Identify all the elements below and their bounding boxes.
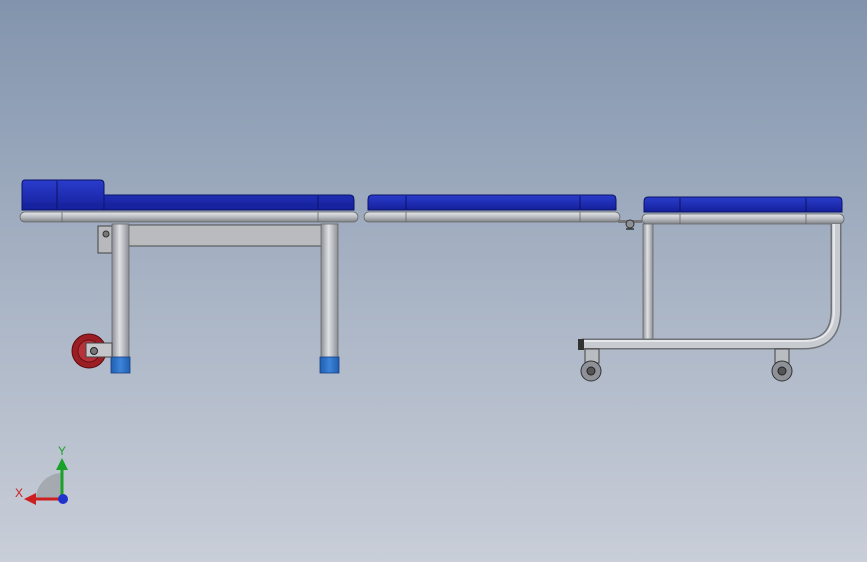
leg-cap-right [319,356,340,374]
hinge-joint[interactable] [618,219,642,230]
middle-frame-rail[interactable] [363,211,621,223]
model-view: Y X [15,179,845,505]
leg-bracket [97,225,113,254]
orientation-triad[interactable]: Y X [15,444,68,505]
middle-cushion[interactable] [367,194,617,211]
head-section[interactable] [19,179,359,374]
foot-cushion[interactable] [643,196,843,213]
x-axis-label: X [15,486,23,500]
foot-u-tube[interactable] [582,224,842,350]
caster-left[interactable] [580,348,602,382]
foot-section[interactable] [578,196,845,382]
head-cushion[interactable] [21,179,355,211]
foot-frame-rail[interactable] [641,213,845,225]
head-frame-rail[interactable] [19,211,359,223]
head-leg-left[interactable] [111,223,130,359]
z-axis-dot [58,494,68,504]
caster-right[interactable] [771,348,793,382]
middle-section[interactable] [363,194,642,230]
foot-post[interactable] [642,223,654,341]
leg-cap-left [110,356,131,374]
under-panel [125,224,325,247]
transport-wheel[interactable] [71,333,113,369]
cad-viewport[interactable]: Y X [0,0,867,562]
head-leg-right[interactable] [320,223,339,359]
y-axis-label: Y [58,444,66,458]
